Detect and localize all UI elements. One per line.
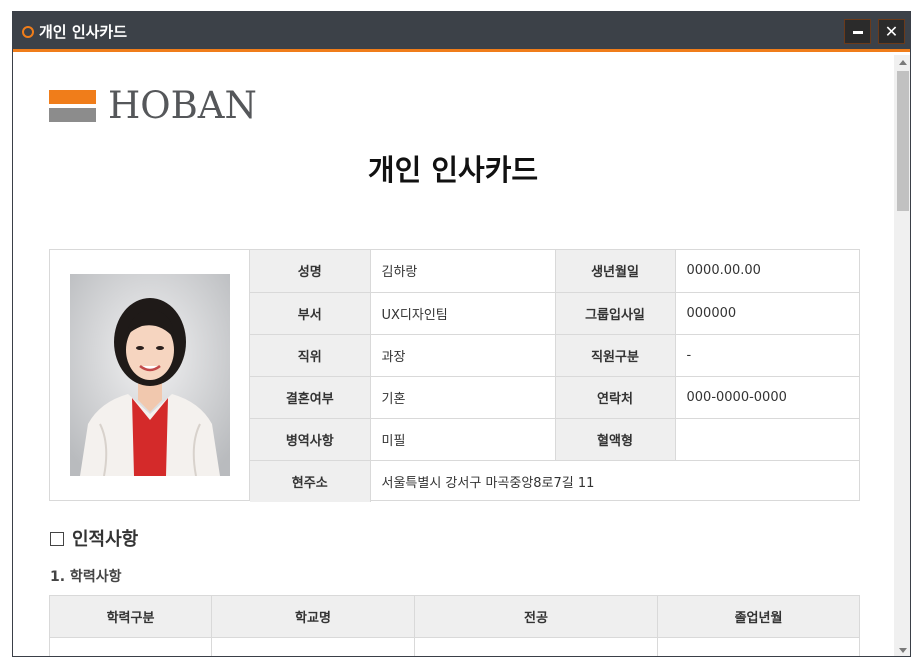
marital-status-label: 결혼여부 — [250, 375, 371, 419]
contact-value: 000-0000-0000 — [674, 375, 859, 419]
join-date-label: 그룹입사일 — [554, 291, 676, 335]
table-row: 직위 과장 직원구분 - — [250, 333, 859, 377]
address-value: 서울특별시 강서구 마곡중앙8로7길 11 — [369, 459, 859, 502]
minimize-button[interactable] — [844, 19, 871, 44]
column-header: 졸업년월 — [657, 595, 860, 638]
blood-type-label: 혈액형 — [554, 417, 676, 461]
section-heading: 인적사항 — [50, 528, 138, 552]
profile-info-table: 성명 김하랑 생년월일 0000.00.00 부서 UX디자인팀 그룹입사일 0… — [250, 250, 859, 502]
page-title: 개인 인사카드 — [367, 153, 539, 187]
scroll-thumb[interactable] — [897, 71, 909, 211]
table-row: 결혼여부 기혼 연락처 000-0000-0000 — [250, 375, 859, 419]
title-bar: 개인 인사카드 ✕ — [13, 12, 910, 52]
window-title: 개인 인사카드 — [39, 23, 128, 41]
scroll-down-icon[interactable] — [899, 648, 907, 653]
department-value: UX디자인팀 — [369, 291, 556, 335]
contact-label: 연락처 — [554, 375, 676, 419]
table-header-row: 학력구분 학교명 전공 졸업년월 — [49, 595, 860, 638]
column-header: 전공 — [414, 595, 658, 638]
table-row — [49, 637, 860, 656]
logo-bar-orange — [49, 90, 96, 104]
close-button[interactable]: ✕ — [878, 19, 905, 44]
table-row: 병역사항 미필 혈액형 — [250, 417, 859, 461]
vertical-scrollbar[interactable] — [894, 55, 910, 656]
marital-status-value: 기혼 — [369, 375, 556, 419]
blood-type-value — [674, 417, 859, 461]
military-value: 미필 — [369, 417, 556, 461]
employee-type-label: 직원구분 — [554, 333, 676, 377]
education-table: 학력구분 학교명 전공 졸업년월 — [49, 595, 860, 656]
employee-type-value: - — [674, 333, 859, 377]
column-header: 학교명 — [211, 595, 415, 638]
join-date-value: 000000 — [674, 291, 859, 335]
profile-section: 성명 김하랑 생년월일 0000.00.00 부서 UX디자인팀 그룹입사일 0… — [49, 249, 860, 502]
name-value: 김하랑 — [369, 250, 556, 293]
name-label: 성명 — [250, 250, 371, 293]
table-row: 부서 UX디자인팀 그룹입사일 000000 — [250, 291, 859, 335]
birthdate-value: 0000.00.00 — [674, 250, 859, 293]
table-cell — [657, 637, 860, 656]
photo-cell — [50, 250, 250, 500]
position-label: 직위 — [250, 333, 371, 377]
circle-icon — [22, 26, 34, 38]
close-icon: ✕ — [884, 22, 899, 41]
subsection-heading: 1. 학력사항 — [50, 569, 122, 585]
hoban-logo: HOBAN — [49, 85, 279, 130]
minimize-icon — [853, 31, 863, 34]
department-label: 부서 — [250, 291, 371, 335]
table-row: 현주소 서울특별시 강서구 마곡중앙8로7길 11 — [250, 459, 859, 502]
profile-photo — [70, 274, 230, 476]
position-value: 과장 — [369, 333, 556, 377]
square-icon — [50, 532, 64, 546]
portrait-image — [70, 274, 230, 476]
logo-text: HOBAN — [108, 84, 257, 127]
table-cell — [49, 637, 212, 656]
address-label: 현주소 — [250, 459, 371, 502]
military-label: 병역사항 — [250, 417, 371, 461]
card-content: HOBAN 개인 인사카드 성명 김하랑 생년월일 0000.00.00 부서 … — [13, 55, 893, 656]
table-cell — [414, 637, 658, 656]
scroll-up-icon[interactable] — [899, 60, 907, 65]
logo-bar-gray — [49, 108, 96, 122]
birthdate-label: 생년월일 — [554, 250, 676, 293]
section-heading-text: 인적사항 — [72, 529, 139, 550]
table-cell — [211, 637, 415, 656]
column-header: 학력구분 — [49, 595, 212, 638]
table-row: 성명 김하랑 생년월일 0000.00.00 — [250, 250, 859, 293]
hr-card-window: 개인 인사카드 ✕ HOBAN 개인 인사카드 성명 김하랑 생년월일 0000… — [12, 11, 911, 657]
